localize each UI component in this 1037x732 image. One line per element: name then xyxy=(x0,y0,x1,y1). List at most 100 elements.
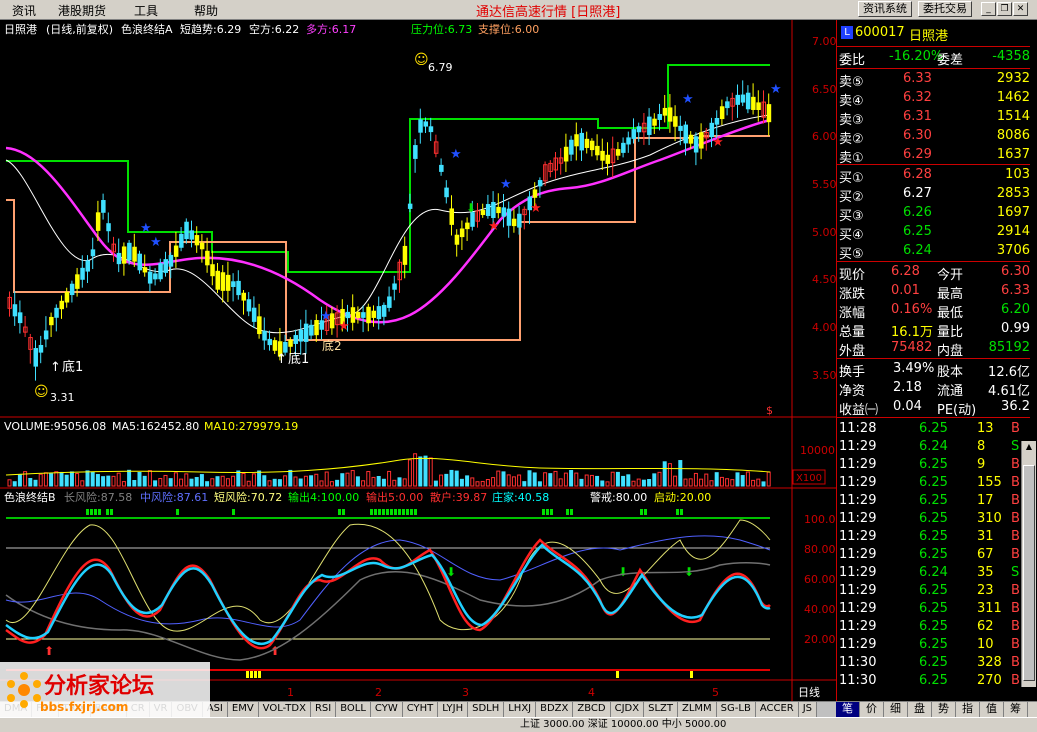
detail-tab[interactable]: 笔 xyxy=(836,702,860,717)
tick-row[interactable]: 11:29 6.25 62 B xyxy=(837,618,1030,637)
stat-row[interactable]: 总量 16.1万 量比 0.99 xyxy=(837,320,1030,340)
tick-row[interactable]: 11:30 6.25 270 B xyxy=(837,672,1030,691)
indicator-tab[interactable]: RSI xyxy=(310,702,337,717)
volume-bar xyxy=(106,475,111,487)
close-icon[interactable]: ✕ xyxy=(1013,2,1028,16)
stat-row[interactable]: 外盘 75482 内盘 85192 xyxy=(837,339,1030,359)
ask-row[interactable]: 卖② 6.30 8086 xyxy=(837,127,1030,147)
tick-row[interactable]: 11:29 6.24 8 S xyxy=(837,438,1030,457)
tick-time: 11:29 xyxy=(839,475,877,490)
detail-tab[interactable]: 价 xyxy=(860,702,884,717)
fund-row[interactable]: 收益㈠ 0.04 PE(动) 36.2 xyxy=(837,398,1030,418)
candle-body xyxy=(600,150,605,161)
osc-green-mark xyxy=(570,509,573,515)
fund-row[interactable]: 换手 3.49% 股本 12.6亿 xyxy=(837,360,1030,380)
bid-row[interactable]: 买② 6.27 2853 xyxy=(837,185,1030,205)
fund-row[interactable]: 净资 2.18 流通 4.61亿 xyxy=(837,379,1030,399)
osc-yellow-mark xyxy=(690,671,693,678)
detail-tab[interactable]: 筹 xyxy=(1004,702,1028,717)
volume-bar xyxy=(199,474,204,487)
scroll-thumb[interactable] xyxy=(1023,465,1035,681)
ask-row[interactable]: 卖① 6.29 1637 xyxy=(837,146,1030,166)
indicator-tab[interactable]: LYJH xyxy=(438,702,469,717)
bid-row[interactable]: 买① 6.28 103 xyxy=(837,166,1030,186)
tick-row[interactable]: 11:29 6.24 35 S xyxy=(837,564,1030,583)
tick-side: B xyxy=(1011,637,1020,652)
menu-news[interactable]: 资讯 xyxy=(12,2,36,19)
indicator-tab[interactable]: CYW xyxy=(370,702,403,717)
tick-row[interactable]: 11:28 6.25 13 B xyxy=(837,420,1030,439)
menu-tools[interactable]: 工具 xyxy=(134,2,158,19)
indicator-tab[interactable]: VOL-TDX xyxy=(258,702,311,717)
indicator-tab[interactable]: ZLMM xyxy=(677,702,717,717)
tick-side: S xyxy=(1011,565,1020,580)
tick-row[interactable]: 11:29 6.25 23 B xyxy=(837,582,1030,601)
candle-body xyxy=(288,340,293,347)
indicator-tab[interactable]: LHXJ xyxy=(504,702,537,717)
indicator-tab[interactable]: SG-LB xyxy=(716,702,756,717)
period-label[interactable]: 日线 xyxy=(798,685,820,699)
price-tick: 4.00 xyxy=(812,321,836,334)
indicator-tab[interactable]: ACCER xyxy=(755,702,799,717)
stat-row[interactable]: 现价 6.28 今开 6.30 xyxy=(837,263,1030,283)
tick-volume: 8 xyxy=(977,439,986,454)
ask-row[interactable]: 卖④ 6.32 1462 xyxy=(837,89,1030,109)
kline-chart[interactable]: 日照港 (日线,前复权) 色浪终结A 短趋势:6.29 空方:6.22 多方:6… xyxy=(0,20,836,701)
osc-yellow-mark xyxy=(616,671,619,678)
tick-scrollbar[interactable]: ▲ xyxy=(1021,441,1036,687)
dollar-icon: $ xyxy=(766,404,773,417)
tick-row[interactable]: 11:29 6.25 310 B xyxy=(837,510,1030,529)
volume-bar xyxy=(459,478,464,487)
stat-row[interactable]: 涨幅 0.16% 最低 6.20 xyxy=(837,301,1030,321)
ask-row[interactable]: 卖③ 6.31 1514 xyxy=(837,108,1030,128)
tick-price: 6.25 xyxy=(919,583,948,598)
chart-mode: (日线,前复权) xyxy=(46,22,113,36)
scroll-up-icon[interactable]: ▲ xyxy=(1023,442,1035,454)
tick-row[interactable]: 11:29 6.25 67 B xyxy=(837,546,1030,565)
menu-help[interactable]: 帮助 xyxy=(194,2,218,19)
restore-icon[interactable]: ❐ xyxy=(997,2,1012,16)
bid-row[interactable]: 买④ 6.25 2914 xyxy=(837,223,1030,243)
detail-tab[interactable]: 势 xyxy=(932,702,956,717)
indicator-tab[interactable]: ZBCD xyxy=(573,702,611,717)
detail-tab[interactable]: 指 xyxy=(956,702,980,717)
star-icon: ★ xyxy=(770,82,782,97)
candle-body xyxy=(116,252,122,265)
volume-bar xyxy=(101,476,106,487)
tick-row[interactable]: 11:29 6.25 155 B xyxy=(837,474,1030,493)
detail-tab[interactable]: 值 xyxy=(980,702,1004,717)
indicator-tab[interactable]: JS xyxy=(798,702,818,717)
bid-row[interactable]: 买⑤ 6.24 3706 xyxy=(837,242,1030,262)
indicator-tab[interactable]: EMV xyxy=(227,702,259,717)
indicator-tab[interactable]: BDZX xyxy=(536,702,574,717)
detail-tab[interactable]: 盘 xyxy=(908,702,932,717)
tick-row[interactable]: 11:29 6.25 9 B xyxy=(837,456,1030,475)
indicator-tab[interactable]: SLZT xyxy=(644,702,678,717)
tick-row[interactable]: 11:30 6.25 328 B xyxy=(837,654,1030,673)
candle-body xyxy=(491,201,496,219)
stat-row[interactable]: 涨跌 0.01 最高 6.33 xyxy=(837,282,1030,302)
trade-button[interactable]: 委托交易 xyxy=(918,1,972,17)
tick-row[interactable]: 11:29 6.25 10 B xyxy=(837,636,1030,655)
ask-label: 卖② xyxy=(839,132,864,147)
indicator-tab[interactable]: CJDX xyxy=(610,702,645,717)
tick-side: B xyxy=(1011,655,1020,670)
candle-body xyxy=(605,154,610,164)
bid-row[interactable]: 买③ 6.26 1697 xyxy=(837,204,1030,224)
indicator-tab[interactable]: SDLH xyxy=(468,702,505,717)
indicator-tab[interactable]: CYHT xyxy=(402,702,439,717)
detail-tab[interactable]: 细 xyxy=(884,702,908,717)
indicator-tab[interactable]: BOLL xyxy=(336,702,371,717)
menu-hk-futures[interactable]: 港股期货 xyxy=(58,2,106,19)
osc-cyan-line xyxy=(5,543,771,646)
tick-row[interactable]: 11:29 6.25 17 B xyxy=(837,492,1030,511)
minimize-icon[interactable]: _ xyxy=(981,2,996,16)
high-label: 6.79 xyxy=(428,61,453,74)
tick-row[interactable]: 11:29 6.25 311 B xyxy=(837,600,1030,619)
info-system-button[interactable]: 资讯系统 xyxy=(858,1,912,17)
tick-row[interactable]: 11:29 6.25 31 B xyxy=(837,528,1030,547)
osc-green-mark xyxy=(86,509,89,515)
candle-body xyxy=(215,270,220,290)
ask-row[interactable]: 卖⑤ 6.33 2932 xyxy=(837,70,1030,90)
volume-bar xyxy=(537,481,542,487)
